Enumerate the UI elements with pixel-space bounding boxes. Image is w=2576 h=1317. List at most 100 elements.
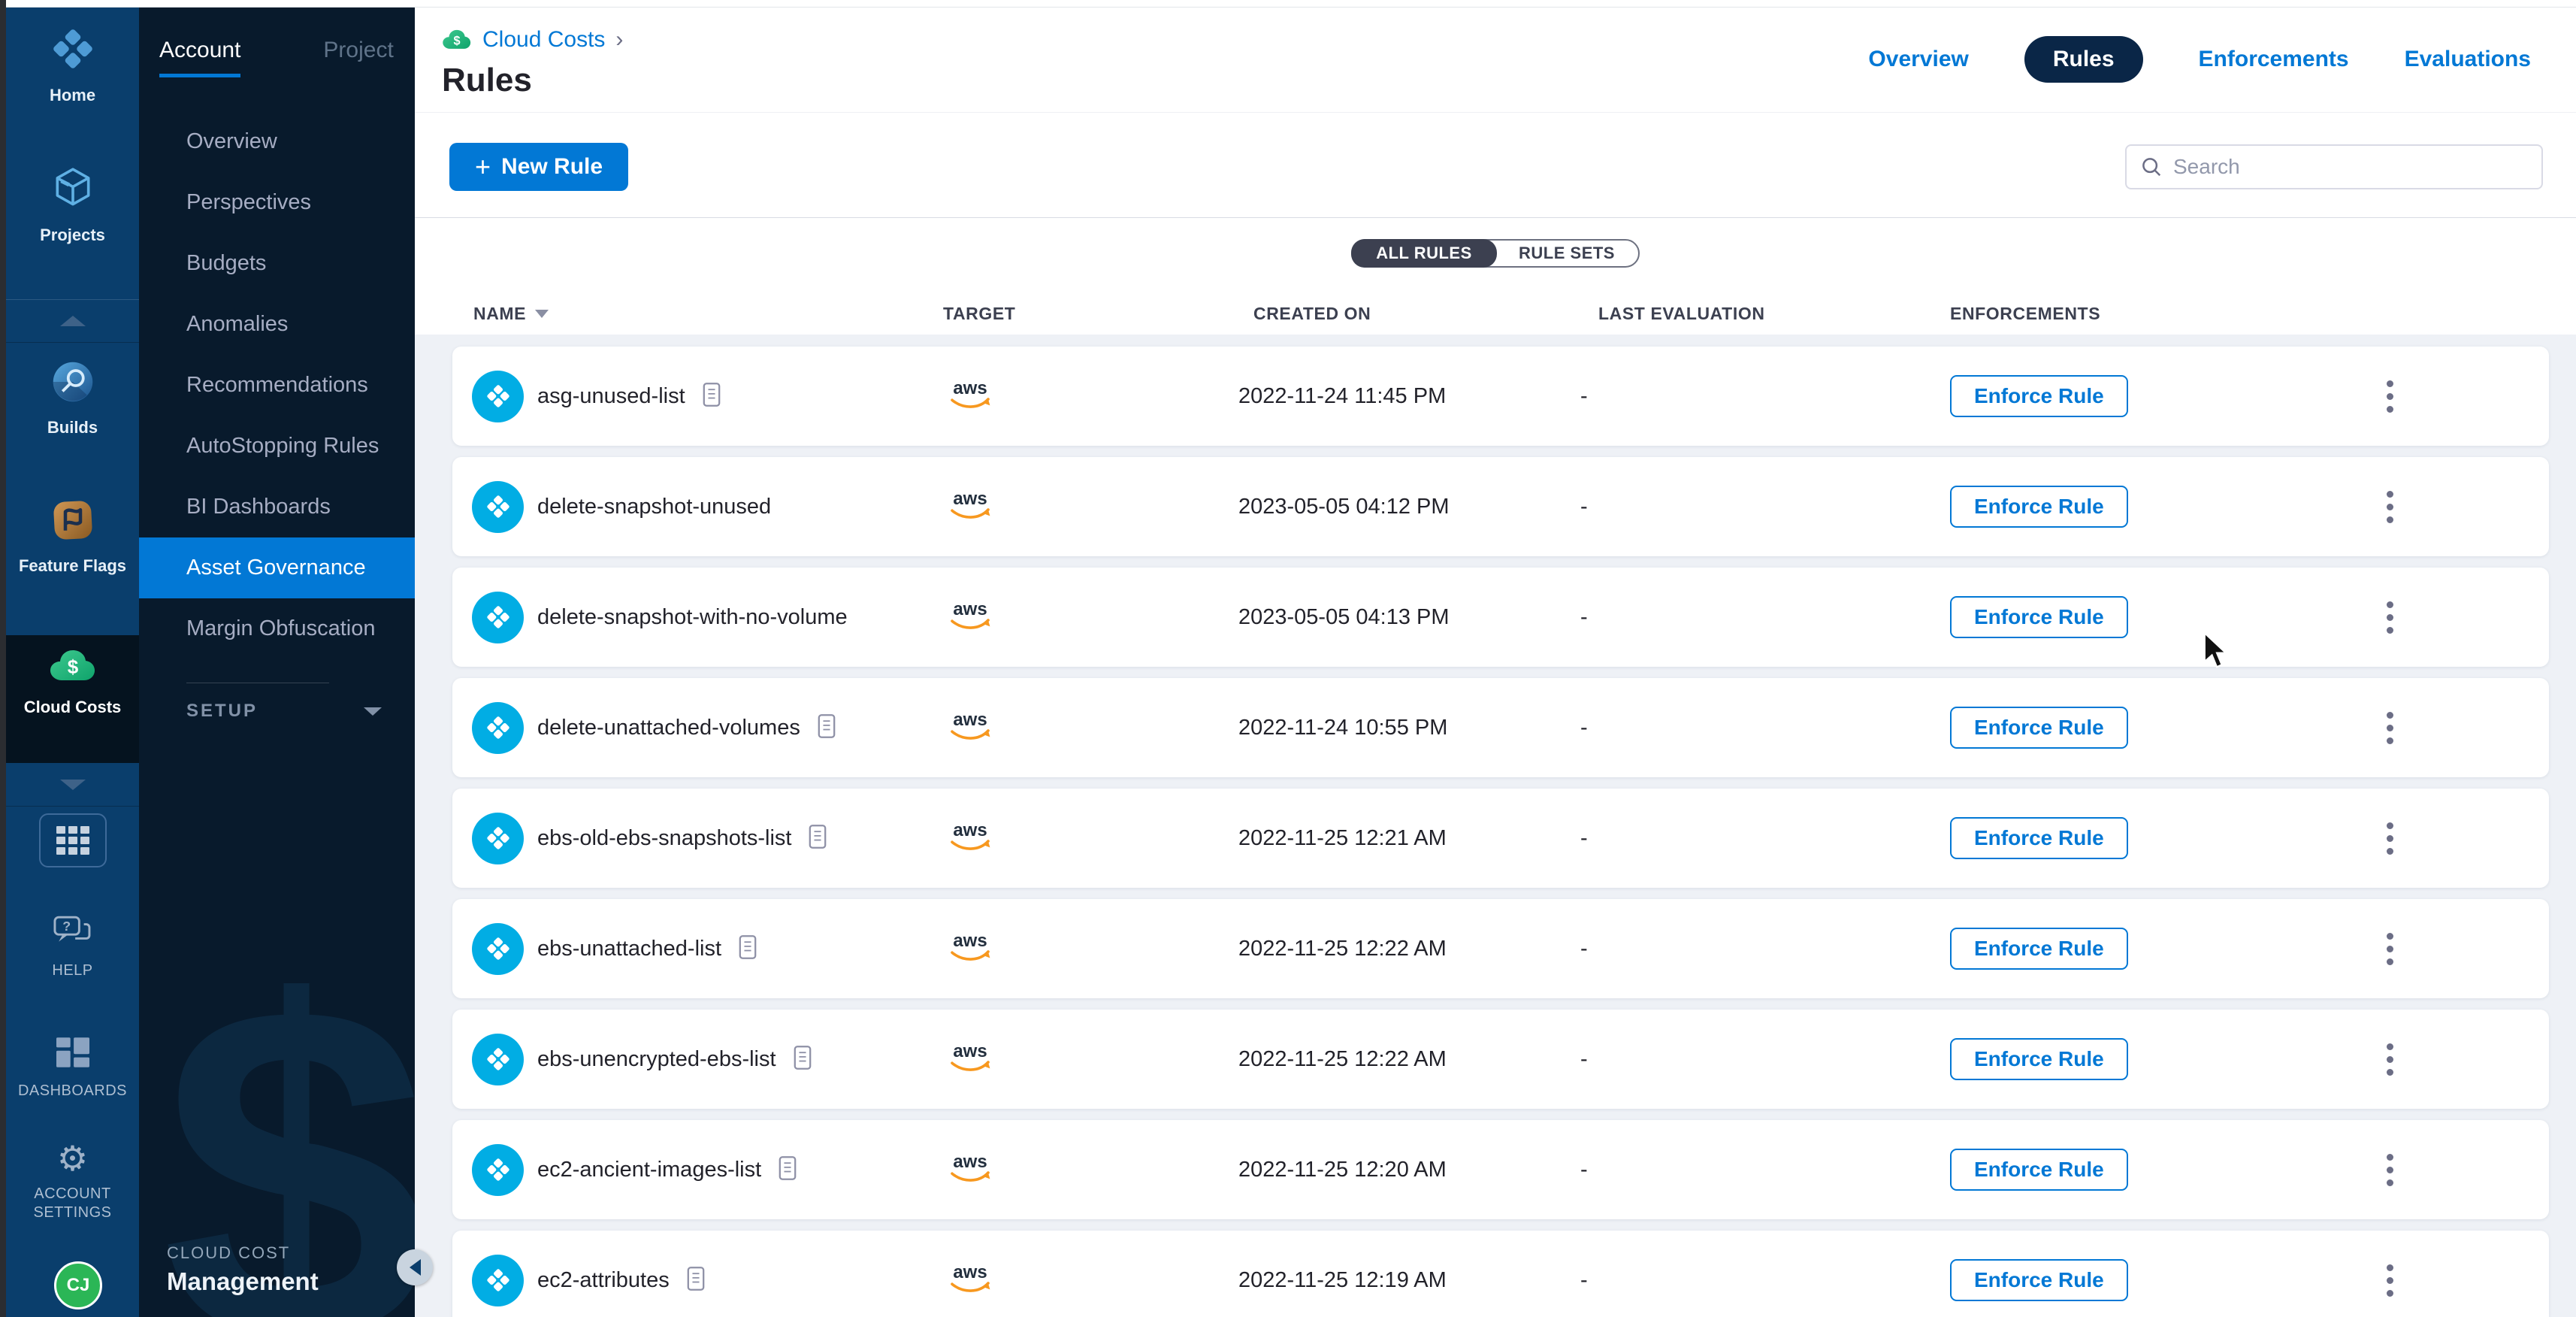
sidenav-item-asset-governance[interactable]: Asset Governance (139, 537, 415, 598)
scope-tabs: Account Project (159, 38, 394, 77)
rail-item-account-settings[interactable]: ⚙ ACCOUNT SETTINGS (6, 1141, 139, 1222)
rail-label: Projects (40, 225, 105, 246)
rules-toggle[interactable]: ALL RULES RULE SETS (1351, 239, 1640, 268)
document-icon[interactable] (738, 934, 757, 964)
user-avatar[interactable]: CJ (54, 1261, 102, 1309)
document-icon[interactable] (793, 1045, 812, 1074)
search-input[interactable] (2173, 155, 2528, 179)
table-row[interactable]: delete-snapshot-with-no-volume aws 2023-… (452, 568, 2549, 667)
kebab-menu-icon[interactable] (2379, 594, 2401, 641)
aws-logo-icon: aws (943, 486, 997, 525)
document-icon[interactable] (808, 824, 827, 853)
sidenav-item-perspectives[interactable]: Perspectives (139, 172, 415, 233)
sidenav-item-margin-obfuscation[interactable]: Margin Obfuscation (139, 598, 415, 659)
kebab-menu-icon[interactable] (2379, 925, 2401, 973)
cloud-costs-breadcrumb-icon: $ (442, 29, 472, 51)
kebab-menu-icon[interactable] (2379, 1257, 2401, 1304)
page-tab-enforcements[interactable]: Enforcements (2199, 47, 2349, 72)
document-icon[interactable] (817, 713, 836, 743)
new-rule-label: New Rule (501, 154, 603, 180)
document-icon[interactable] (702, 382, 721, 411)
module-picker-button[interactable] (39, 813, 107, 867)
toggle-all-rules[interactable]: ALL RULES (1351, 239, 1497, 268)
new-rule-button[interactable]: + New Rule (449, 143, 628, 191)
dashboards-icon (54, 1036, 92, 1073)
sidenav-item-autostopping-rules[interactable]: AutoStopping Rules (139, 416, 415, 477)
table-row[interactable]: ec2-ancient-images-list aws 2022-11-25 1… (452, 1120, 2549, 1219)
rail-item-help[interactable]: ? HELP (6, 914, 139, 980)
rail-item-dashboards[interactable]: DASHBOARDS (6, 1036, 139, 1101)
tab-account[interactable]: Account (159, 38, 240, 77)
rule-name: ebs-unattached-list (537, 937, 721, 961)
rail-item-feature-flags[interactable]: Feature Flags (6, 498, 139, 577)
toggle-rule-sets[interactable]: RULE SETS (1495, 241, 1638, 266)
rail-item-builds[interactable]: Builds (6, 359, 139, 438)
breadcrumb-link[interactable]: Cloud Costs (482, 27, 605, 53)
enforce-rule-button[interactable]: Enforce Rule (1950, 1259, 2128, 1301)
created-on-cell: 2022-11-25 12:22 AM (1238, 937, 1580, 961)
enforce-rule-button[interactable]: Enforce Rule (1950, 707, 2128, 749)
window-edge (0, 0, 6, 1317)
module-footer: CLOUD COST Management (167, 1243, 319, 1296)
sidenav-item-bi-dashboards[interactable]: BI Dashboards (139, 477, 415, 537)
page-tabs: Overview Rules Enforcements Evaluations (1868, 36, 2531, 83)
sidenav-collapse-button[interactable] (397, 1249, 433, 1285)
last-evaluation-cell: - (1580, 1047, 1946, 1072)
sidenav-item-overview[interactable]: Overview (139, 111, 415, 172)
sidenav-item-budgets[interactable]: Budgets (139, 233, 415, 294)
kebab-menu-icon[interactable] (2379, 483, 2401, 531)
enforce-rule-button[interactable]: Enforce Rule (1950, 486, 2128, 528)
table-row[interactable]: ebs-unattached-list aws 2022-11-25 12:22… (452, 899, 2549, 998)
rule-icon (472, 813, 524, 864)
table-row[interactable]: ec2-attributes aws 2022-11-25 12:19 AM -… (452, 1231, 2549, 1317)
enforce-rule-button[interactable]: Enforce Rule (1950, 1149, 2128, 1191)
module-title: Management (167, 1267, 319, 1296)
page-tab-rules[interactable]: Rules (2024, 36, 2143, 83)
page-tab-evaluations[interactable]: Evaluations (2405, 47, 2531, 72)
table-row[interactable]: asg-unused-list aws 2022-11-24 11:45 PM … (452, 347, 2549, 446)
rule-name: delete-unattached-volumes (537, 716, 800, 740)
created-on-cell: 2022-11-25 12:20 AM (1238, 1158, 1580, 1182)
kebab-menu-icon[interactable] (2379, 1146, 2401, 1194)
enforce-rule-button[interactable]: Enforce Rule (1950, 817, 2128, 859)
cloud-costs-sidenav: $ Account Project OverviewPerspectivesBu… (139, 8, 415, 1317)
enforce-rule-button[interactable]: Enforce Rule (1950, 1038, 2128, 1080)
document-icon[interactable] (778, 1155, 797, 1185)
sidenav-item-anomalies[interactable]: Anomalies (139, 294, 415, 355)
rules-table: asg-unused-list aws 2022-11-24 11:45 PM … (415, 335, 2576, 1317)
enforce-rule-button[interactable]: Enforce Rule (1950, 928, 2128, 970)
table-row[interactable]: delete-unattached-volumes aws 2022-11-24… (452, 678, 2549, 777)
table-row[interactable]: ebs-unencrypted-ebs-list aws 2022-11-25 … (452, 1010, 2549, 1109)
setup-label: SETUP (186, 701, 258, 722)
column-header-name[interactable]: NAME (452, 304, 943, 324)
document-icon[interactable] (686, 1266, 706, 1295)
rail-scroll-down[interactable] (6, 763, 139, 807)
kebab-menu-icon[interactable] (2379, 1036, 2401, 1083)
last-evaluation-cell: - (1580, 495, 1946, 519)
kebab-menu-icon[interactable] (2379, 815, 2401, 862)
svg-text:aws: aws (953, 1261, 987, 1282)
main-content: $ Cloud Costs › Rules Overview Rules Enfor… (415, 8, 2576, 1317)
svg-text:aws: aws (953, 377, 987, 398)
table-row[interactable]: ebs-old-ebs-snapshots-list aws 2022-11-2… (452, 789, 2549, 888)
page-tab-overview[interactable]: Overview (1868, 47, 1968, 72)
aws-logo-icon: aws (943, 375, 997, 414)
sidenav-item-recommendations[interactable]: Recommendations (139, 355, 415, 416)
rail-item-cloud-costs[interactable]: $ Cloud Costs (6, 648, 139, 718)
rail-scroll-up[interactable] (6, 299, 139, 343)
rail-item-home[interactable]: Home (6, 26, 139, 106)
chevron-down-icon (60, 780, 86, 790)
app-window: Home Projects Builds Feature Flags $ (0, 0, 2576, 1317)
table-row[interactable]: delete-snapshot-unused aws 2023-05-05 04… (452, 457, 2549, 556)
kebab-menu-icon[interactable] (2379, 373, 2401, 420)
enforce-rule-button[interactable]: Enforce Rule (1950, 596, 2128, 638)
breadcrumb-chevron-icon: › (615, 27, 623, 53)
kebab-menu-icon[interactable] (2379, 704, 2401, 752)
rule-icon (472, 702, 524, 754)
column-header-target: TARGET (943, 304, 1238, 324)
tab-project[interactable]: Project (323, 38, 393, 77)
rail-item-projects[interactable]: Projects (6, 165, 139, 246)
enforce-rule-button[interactable]: Enforce Rule (1950, 375, 2128, 417)
sidenav-item-setup[interactable]: SETUP (186, 701, 382, 722)
svg-text:aws: aws (953, 598, 987, 619)
